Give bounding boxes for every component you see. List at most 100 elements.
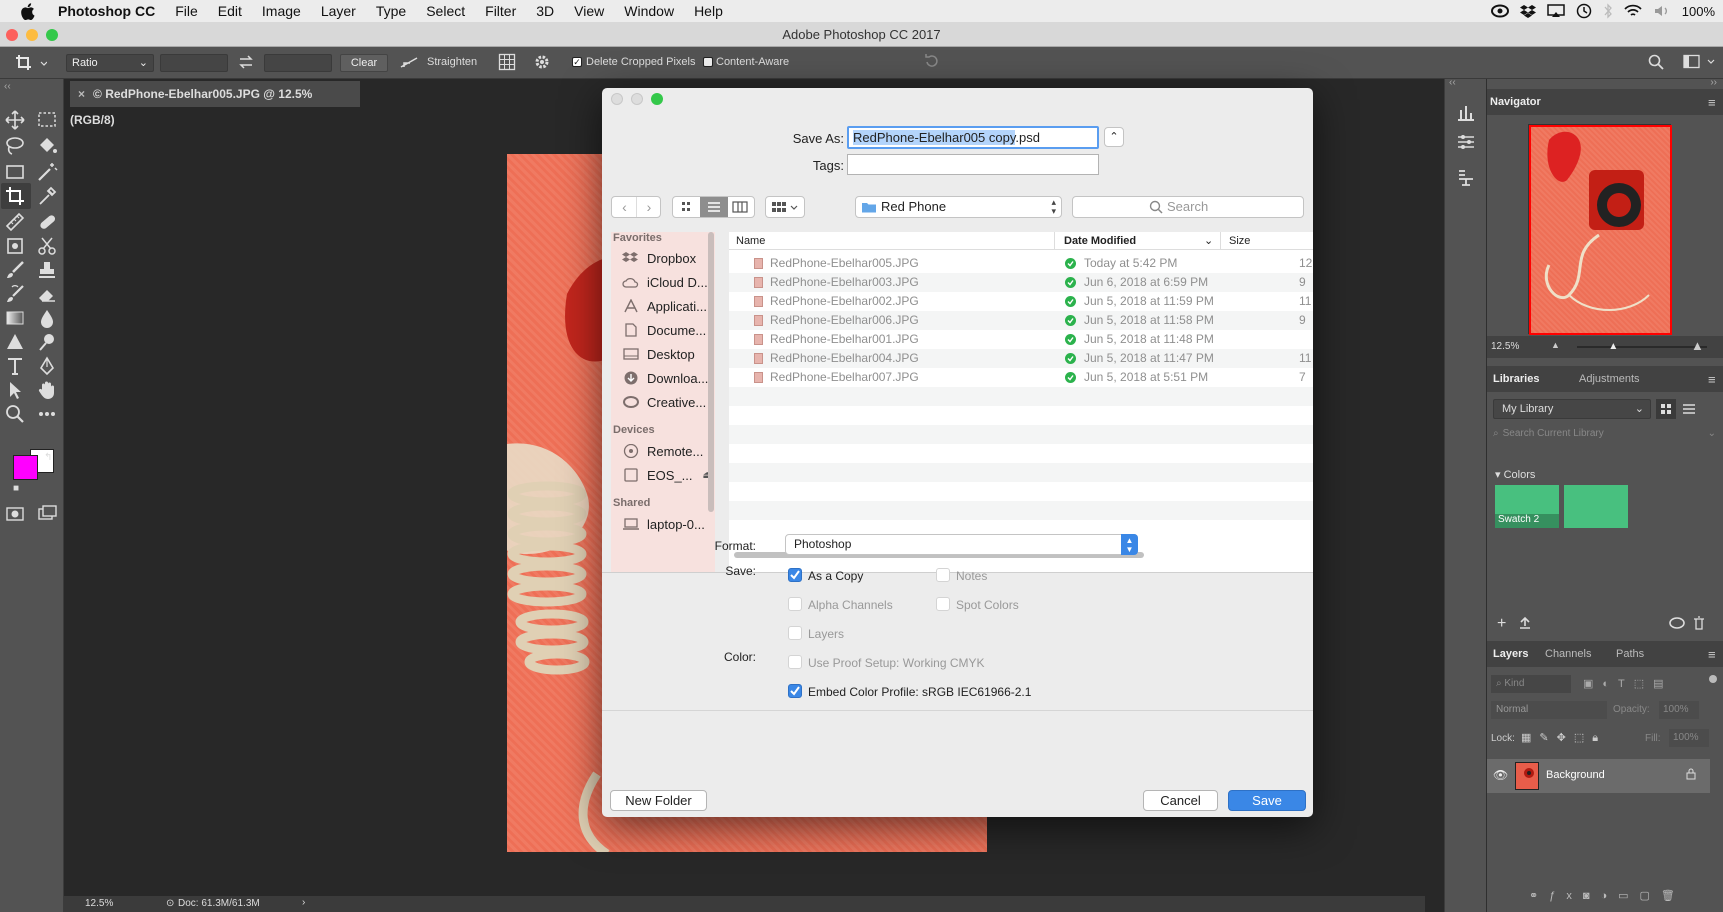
sidebar-item-laptop[interactable]: laptop-0... — [613, 514, 715, 534]
close-tab-icon[interactable]: × — [78, 87, 85, 101]
file-row[interactable]: RedPhone-Ebelhar005.JPG Today at 5:42 PM 1… — [729, 254, 1313, 273]
list-view-icon[interactable] — [1679, 399, 1699, 419]
zoom-window-button[interactable] — [46, 29, 58, 41]
add-icon[interactable]: + — [1497, 615, 1506, 633]
sidebar-item-dropbox[interactable]: Dropbox — [613, 248, 715, 268]
glyphs-panel-icon[interactable] — [1455, 167, 1477, 189]
collapse-arrows-icon[interactable]: ‹‹ — [4, 81, 11, 92]
menu-3d[interactable]: 3D — [536, 3, 554, 19]
pen-tool-icon[interactable] — [36, 355, 58, 377]
sidebar-item-eos[interactable]: EOS_...⏏ — [613, 465, 715, 485]
menu-select[interactable]: Select — [426, 3, 465, 19]
upload-icon[interactable] — [1518, 616, 1532, 630]
column-size-header[interactable]: Size — [1229, 232, 1250, 250]
hand-tool-icon[interactable] — [36, 379, 58, 401]
paint-bucket-icon[interactable] — [36, 135, 58, 157]
tab-layers[interactable]: Layers — [1493, 648, 1528, 660]
sidebar-item-remote-disc[interactable]: Remote... — [613, 441, 715, 461]
creative-cloud-icon[interactable] — [1490, 4, 1509, 18]
menu-help[interactable]: Help — [694, 3, 723, 19]
healing-brush-icon[interactable] — [36, 211, 58, 233]
menu-edit[interactable]: Edit — [218, 3, 242, 19]
tags-field[interactable] — [847, 154, 1099, 175]
zoom-out-icon[interactable]: ▲ — [1551, 340, 1560, 350]
layer-kind-filter[interactable]: ⌕ Kind — [1491, 675, 1571, 693]
magic-wand-icon[interactable] — [36, 161, 58, 183]
sort-chevron-icon[interactable]: ⌄ — [1204, 232, 1213, 250]
foreground-color-swatch[interactable] — [13, 455, 38, 480]
collapse-dialog-button[interactable]: ⌃ — [1104, 127, 1124, 147]
search-field[interactable]: Search — [1072, 196, 1304, 218]
file-row[interactable]: RedPhone-Ebelhar003.JPG Jun 6, 2018 at 6:… — [729, 273, 1313, 292]
dropbox-icon[interactable] — [1519, 4, 1536, 18]
sidebar-item-applications[interactable]: Applicati... — [613, 296, 715, 316]
info-icon[interactable]: ⊙ — [166, 898, 174, 909]
sidebar-scrollbar[interactable] — [708, 232, 714, 512]
reset-icon[interactable] — [923, 53, 941, 69]
search-icon[interactable] — [1648, 54, 1664, 70]
panel-menu-icon[interactable]: ≡ — [1708, 95, 1718, 110]
menu-view[interactable]: View — [574, 3, 604, 19]
location-select[interactable]: Red Phone ▴ ▾ — [855, 196, 1062, 218]
spot-colors-checkbox[interactable] — [936, 597, 950, 611]
visibility-eye-icon[interactable]: 👁︎ — [1493, 768, 1508, 782]
airplay-icon[interactable] — [1547, 4, 1565, 18]
as-a-copy-label[interactable]: As a Copy — [808, 569, 863, 583]
panel-menu-icon[interactable]: ≡ — [1708, 647, 1718, 662]
eraser-icon[interactable] — [36, 283, 58, 305]
tab-paths[interactable]: Paths — [1616, 648, 1644, 660]
more-tools-icon[interactable] — [36, 403, 58, 425]
scissors-icon[interactable] — [36, 235, 58, 257]
overlay-grid-icon[interactable] — [498, 53, 516, 71]
marquee-tool-icon[interactable] — [36, 109, 58, 131]
lock-icons[interactable]: ▦✎✥⬚🔒︎ — [1521, 731, 1606, 745]
status-zoom[interactable]: 12.5% — [85, 898, 113, 909]
sidebar-item-documents[interactable]: Docume... — [613, 320, 715, 340]
document-tab[interactable]: × © RedPhone-Ebelhar005.JPG @ 12.5% (RGB/… — [70, 81, 360, 127]
menu-image[interactable]: Image — [262, 3, 301, 19]
proof-setup-checkbox[interactable] — [788, 655, 802, 669]
new-folder-button[interactable]: New Folder — [610, 790, 707, 811]
colors-section-toggle[interactable]: ▾ Colors — [1495, 468, 1535, 481]
bluetooth-icon[interactable] — [1603, 3, 1613, 19]
menu-filter[interactable]: Filter — [485, 3, 516, 19]
sidebar-item-icloud[interactable]: iCloud D... — [613, 272, 715, 292]
layer-filter-icons[interactable]: ▣◐T⬚▤ — [1583, 677, 1673, 690]
back-arrow-icon[interactable]: ‹ — [612, 197, 637, 217]
menu-layer[interactable]: Layer — [321, 3, 356, 19]
library-select[interactable]: My Library ⌄ — [1493, 399, 1651, 419]
frame-tool-icon[interactable] — [4, 161, 26, 183]
library-search[interactable]: ⌕ Search Current Library ⌄ — [1493, 425, 1718, 443]
navigator-zoom-thumb[interactable]: ▲ — [1608, 341, 1618, 352]
zoom-in-icon[interactable]: ▲ — [1691, 338, 1704, 353]
layer-name[interactable]: Background — [1546, 769, 1605, 781]
brush-tool-icon[interactable] — [4, 259, 26, 281]
dodge-tool-icon[interactable] — [36, 331, 58, 353]
forward-arrow-icon[interactable]: › — [636, 197, 661, 217]
file-row[interactable]: RedPhone-Ebelhar002.JPG Jun 5, 2018 at 11… — [729, 292, 1313, 311]
column-view-icon[interactable] — [730, 200, 750, 214]
minimize-window-button[interactable] — [26, 29, 38, 41]
volume-icon[interactable] — [1653, 4, 1671, 18]
blur-drop-icon[interactable] — [36, 307, 58, 329]
crop-tool-icon[interactable] — [4, 185, 26, 207]
grid-view-icon[interactable] — [1656, 399, 1676, 419]
menu-type[interactable]: Type — [376, 3, 406, 19]
dialog-minimize-button[interactable] — [631, 93, 643, 105]
save-button[interactable]: Save — [1228, 790, 1306, 811]
content-aware-checkbox[interactable] — [703, 56, 713, 68]
close-window-button[interactable] — [6, 29, 18, 41]
straighten-label[interactable]: Straighten — [427, 56, 477, 68]
sidebar-item-desktop[interactable]: Desktop — [613, 344, 715, 364]
color-swatch-1[interactable]: Swatch 2 — [1495, 485, 1559, 528]
swap-arrows-icon[interactable] — [238, 55, 254, 69]
ratio-width-field[interactable] — [160, 54, 228, 72]
menu-window[interactable]: Window — [624, 3, 674, 19]
status-arrow-icon[interactable]: › — [302, 897, 305, 908]
ratio-select[interactable]: Ratio ⌄ — [66, 54, 154, 72]
alpha-channels-checkbox[interactable] — [788, 597, 802, 611]
gradient-icon[interactable] — [4, 307, 26, 329]
navigator-zoom-value[interactable]: 12.5% — [1491, 341, 1519, 352]
history-panel-icon[interactable] — [1455, 101, 1477, 123]
patch-tool-icon[interactable] — [4, 235, 26, 257]
